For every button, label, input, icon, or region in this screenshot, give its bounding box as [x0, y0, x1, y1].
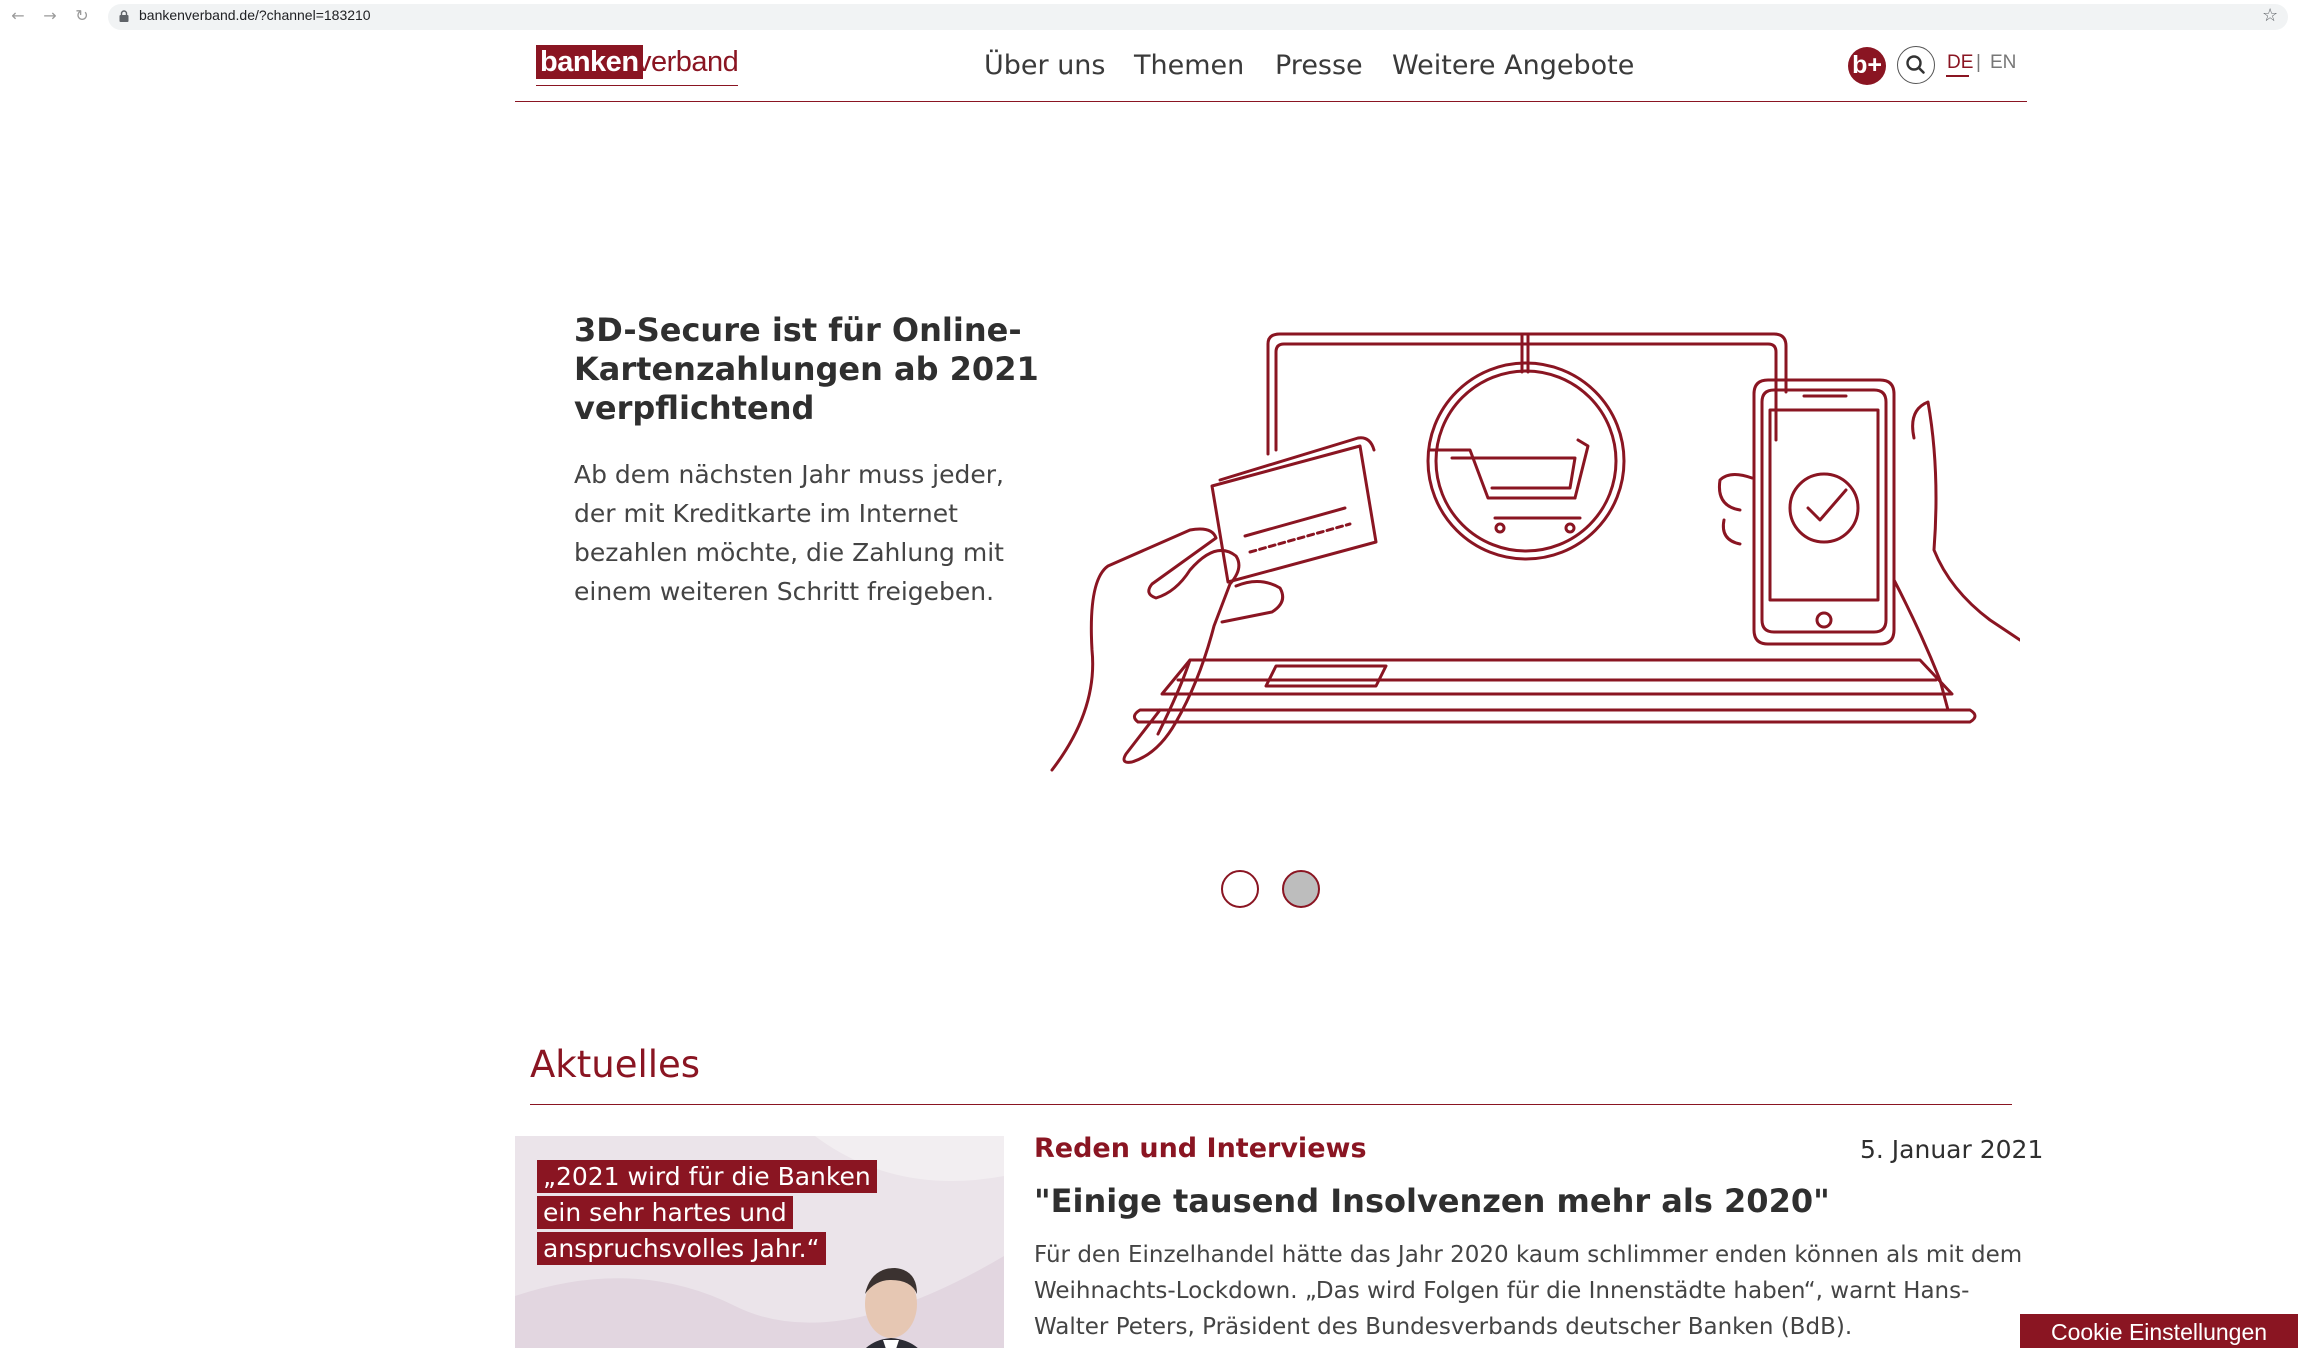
bookmark-star-icon[interactable]: ☆: [2262, 5, 2278, 26]
news-teaser: Für den Einzelhandel hätte das Jahr 2020…: [1034, 1242, 2023, 1340]
search-button[interactable]: [1897, 46, 1935, 84]
logo-part1: banken: [536, 45, 643, 79]
cookie-settings-button[interactable]: Cookie Einstellungen: [2020, 1314, 2298, 1348]
search-icon: [1906, 55, 1925, 74]
url-text[interactable]: bankenverband.de/?channel=183210: [139, 7, 371, 23]
news-title[interactable]: "Einige tausend Insolvenzen mehr als 202…: [1034, 1182, 1830, 1220]
nav-item-weitere-angebote[interactable]: Weitere Angebote: [1392, 50, 1634, 81]
hero-title[interactable]: 3D-Secure ist für Online-Kartenzahlungen…: [574, 311, 1054, 428]
online-payment-illustration: [1050, 332, 2020, 772]
lock-icon: [119, 10, 129, 22]
header-divider: [515, 101, 2027, 102]
nav-item-ueber-uns[interactable]: Über uns: [984, 50, 1106, 81]
forward-icon[interactable]: →: [40, 6, 60, 26]
person-portrait: [865, 1268, 918, 1348]
nav-item-themen[interactable]: Themen: [1134, 50, 1244, 81]
logo-underline: [536, 85, 738, 86]
back-icon[interactable]: ←: [8, 6, 28, 26]
news-image[interactable]: „2021 wird für die Banken ein sehr harte…: [515, 1136, 1004, 1348]
lang-de[interactable]: DE: [1947, 52, 1973, 74]
image-quote-line-2: ein sehr hartes und: [537, 1196, 793, 1229]
lang-en[interactable]: EN: [1990, 52, 2016, 74]
logo-part2: verband: [637, 46, 739, 78]
lang-separator: |: [1976, 52, 1981, 73]
news-category[interactable]: Reden und Interviews: [1034, 1133, 1367, 1164]
image-quote-line-3: anspruchsvolles Jahr.“: [537, 1232, 826, 1265]
section-divider: [530, 1104, 2012, 1105]
slider-dot-1[interactable]: [1221, 870, 1259, 908]
news-date: 5. Januar 2021: [1860, 1135, 2044, 1164]
reload-icon[interactable]: ↻: [72, 6, 92, 26]
address-bar[interactable]: [108, 4, 2288, 30]
lang-active-underline: [1946, 75, 1969, 77]
hero-text: Ab dem nächsten Jahr muss jeder, der mit…: [574, 460, 1004, 606]
nav-item-presse[interactable]: Presse: [1275, 50, 1363, 81]
bplus-button[interactable]: b+: [1848, 47, 1886, 85]
section-title-aktuelles: Aktuelles: [530, 1043, 701, 1086]
slider-dot-2-active[interactable]: [1282, 870, 1320, 908]
browser-toolbar: ← → ↻ bankenverband.de/?channel=183210 ☆: [0, 0, 2298, 33]
image-quote-line-1: „2021 wird für die Banken: [537, 1160, 877, 1193]
